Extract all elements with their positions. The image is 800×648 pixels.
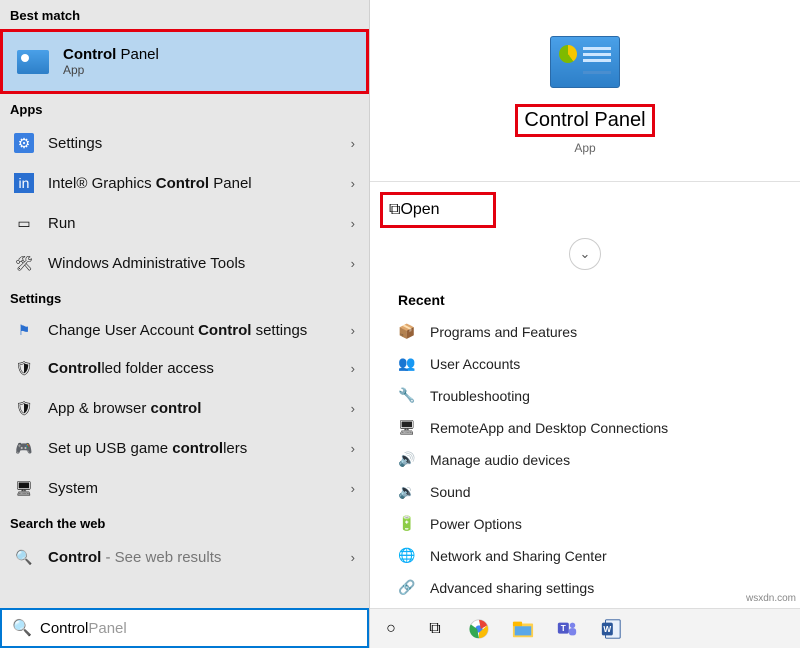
app-intel-graphics[interactable]: in Intel® Graphics Control Panel ›	[0, 163, 369, 203]
app-admin-tools[interactable]: 🛠 Windows Administrative Tools ›	[0, 243, 369, 283]
recent-audio-devices[interactable]: 🔊Manage audio devices	[386, 444, 784, 476]
recent-remoteapp[interactable]: 🖥RemoteApp and Desktop Connections	[386, 412, 784, 444]
search-typed-text: Control	[40, 620, 88, 637]
setting-system[interactable]: 🖥 System ›	[0, 468, 369, 508]
box-icon: 📦	[398, 323, 416, 341]
chevron-right-icon: ›	[351, 550, 355, 565]
open-label: Open	[400, 201, 439, 219]
recent-header: Recent	[386, 280, 784, 316]
file-explorer-icon[interactable]	[510, 616, 536, 642]
wrench-icon: 🔧	[398, 387, 416, 405]
sound-icon: 🔉	[398, 483, 416, 501]
users-icon: 👥	[398, 355, 416, 373]
chevron-right-icon: ›	[351, 256, 355, 271]
search-icon: 🔍	[14, 547, 34, 567]
chrome-icon[interactable]	[466, 616, 492, 642]
recent-advanced-sharing[interactable]: 🔗Advanced sharing settings	[386, 572, 784, 604]
apps-header: Apps	[0, 94, 369, 123]
setting-app-browser[interactable]: 🛡 App & browser control ›	[0, 388, 369, 428]
best-match-subtitle: App	[63, 63, 159, 77]
app-settings[interactable]: ⚙ Settings ›	[0, 123, 369, 163]
gear-icon: ⚙	[14, 133, 34, 153]
share-icon: 🔗	[398, 579, 416, 597]
web-header: Search the web	[0, 508, 369, 537]
setting-folder-access[interactable]: 🛡 Controlled folder access ›	[0, 348, 369, 388]
tools-icon: 🛠	[14, 253, 34, 273]
best-match-title: Control Panel	[63, 46, 159, 63]
preview-panel: Control Panel App ⧉ Open ⌄ Recent 📦Progr…	[370, 0, 800, 648]
word-icon[interactable]: W	[598, 616, 624, 642]
chevron-right-icon: ›	[351, 401, 355, 416]
chevron-right-icon: ›	[351, 361, 355, 376]
hero-title: Control Panel	[515, 104, 654, 137]
chevron-right-icon: ›	[351, 481, 355, 496]
speaker-icon: 🔊	[398, 451, 416, 469]
remote-icon: 🖥	[398, 419, 416, 437]
shield-icon: 🛡	[14, 398, 34, 418]
task-view-icon[interactable]: ⧉	[422, 616, 448, 642]
setting-usb-controllers[interactable]: 🎮 Set up USB game controllers ›	[0, 428, 369, 468]
open-action[interactable]: ⧉ Open	[380, 192, 496, 228]
control-panel-icon	[17, 50, 49, 74]
flag-icon: ⚑	[14, 320, 34, 340]
network-icon: 🌐	[398, 547, 416, 565]
control-panel-hero-icon	[550, 36, 620, 88]
expand-actions-button[interactable]: ⌄	[569, 238, 601, 270]
taskbar: ○ ⧉ T W	[370, 608, 800, 648]
setting-uac[interactable]: ⚑ Change User Account Control settings ›	[0, 312, 369, 348]
search-results-panel: Best match Control Panel App Apps ⚙ Sett…	[0, 0, 370, 648]
recent-user-accounts[interactable]: 👥User Accounts	[386, 348, 784, 380]
run-icon: ▭	[14, 213, 34, 233]
svg-text:W: W	[603, 624, 611, 633]
chevron-right-icon: ›	[351, 176, 355, 191]
best-match-item[interactable]: Control Panel App	[0, 29, 369, 94]
watermark: wsxdn.com	[746, 593, 796, 604]
recent-sound[interactable]: 🔉Sound	[386, 476, 784, 508]
hero-subtitle: App	[574, 141, 595, 155]
search-autocomplete: Panel	[88, 620, 126, 637]
shield-icon: 🛡	[14, 358, 34, 378]
intel-icon: in	[14, 173, 34, 193]
app-run[interactable]: ▭ Run ›	[0, 203, 369, 243]
open-icon: ⧉	[389, 201, 400, 219]
search-input[interactable]: 🔍 Control Panel	[0, 608, 369, 648]
teams-icon[interactable]: T	[554, 616, 580, 642]
divider	[370, 181, 800, 182]
svg-text:T: T	[561, 623, 566, 632]
monitor-icon: 🖥	[14, 478, 34, 498]
gamepad-icon: 🎮	[14, 438, 34, 458]
chevron-right-icon: ›	[351, 216, 355, 231]
cortana-icon[interactable]: ○	[378, 616, 404, 642]
search-icon: 🔍	[12, 618, 30, 638]
settings-header: Settings	[0, 283, 369, 312]
chevron-right-icon: ›	[351, 441, 355, 456]
chevron-right-icon: ›	[351, 323, 355, 338]
recent-network-sharing[interactable]: 🌐Network and Sharing Center	[386, 540, 784, 572]
chevron-right-icon: ›	[351, 136, 355, 151]
best-match-header: Best match	[0, 0, 369, 29]
recent-troubleshooting[interactable]: 🔧Troubleshooting	[386, 380, 784, 412]
recent-power-options[interactable]: 🔋Power Options	[386, 508, 784, 540]
web-result-item[interactable]: 🔍 Control - See web results ›	[0, 537, 369, 577]
recent-programs-and-features[interactable]: 📦Programs and Features	[386, 316, 784, 348]
power-icon: 🔋	[398, 515, 416, 533]
